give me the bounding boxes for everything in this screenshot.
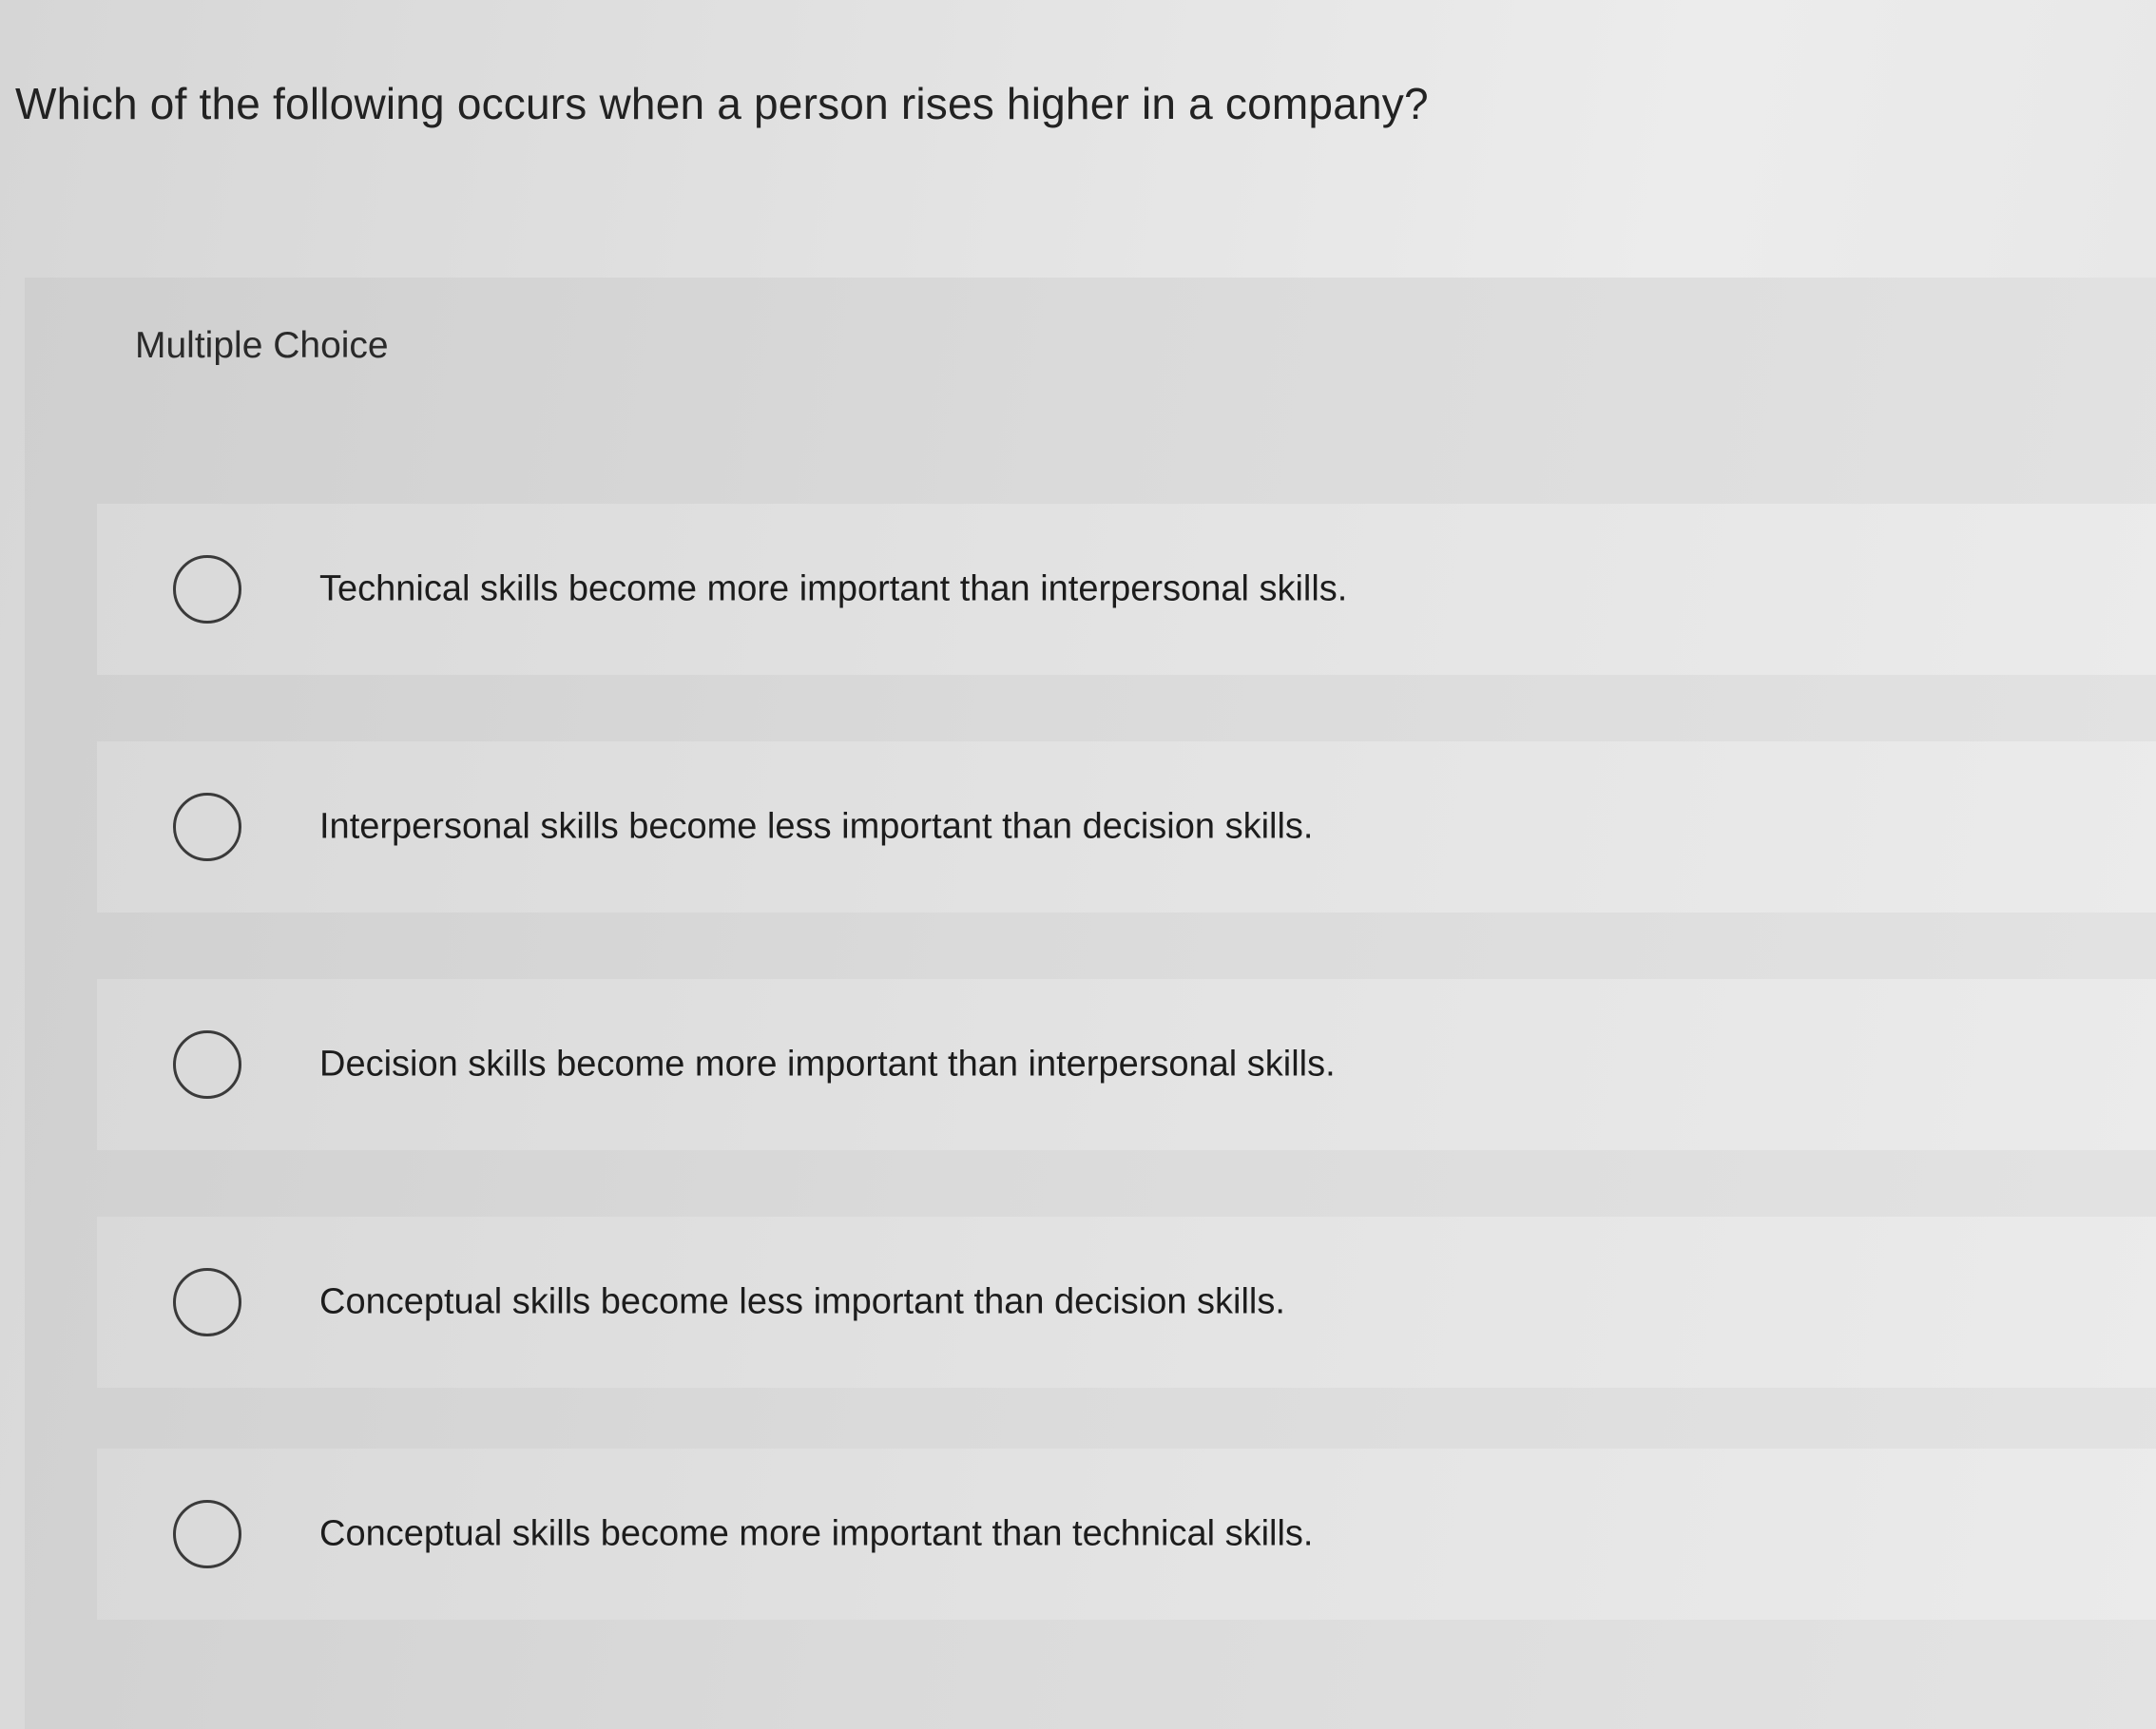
answer-option[interactable]: Technical skills become more important t… xyxy=(97,504,2156,675)
radio-button-icon[interactable] xyxy=(173,793,241,861)
radio-button-icon[interactable] xyxy=(173,1030,241,1099)
answer-option[interactable]: Decision skills become more important th… xyxy=(97,979,2156,1150)
multiple-choice-panel: Multiple Choice Technical skills become … xyxy=(25,278,2156,1729)
radio-button-icon[interactable] xyxy=(173,555,241,624)
answer-option-label[interactable]: Technical skills become more important t… xyxy=(319,569,1347,610)
answer-option-label[interactable]: Conceptual skills become less important … xyxy=(319,1282,1285,1323)
question-text: Which of the following occurs when a per… xyxy=(15,79,1429,128)
radio-button-icon[interactable] xyxy=(173,1500,241,1568)
answer-option-label[interactable]: Conceptual skills become more important … xyxy=(319,1514,1313,1555)
answer-option[interactable]: Conceptual skills become more important … xyxy=(97,1449,2156,1620)
answer-option-label[interactable]: Interpersonal skills become less importa… xyxy=(319,807,1313,848)
radio-button-icon[interactable] xyxy=(173,1268,241,1336)
answer-option[interactable]: Interpersonal skills become less importa… xyxy=(97,741,2156,913)
answer-option[interactable]: Conceptual skills become less important … xyxy=(97,1217,2156,1388)
answer-option-label[interactable]: Decision skills become more important th… xyxy=(319,1045,1336,1085)
question-type-label: Multiple Choice xyxy=(135,325,389,366)
